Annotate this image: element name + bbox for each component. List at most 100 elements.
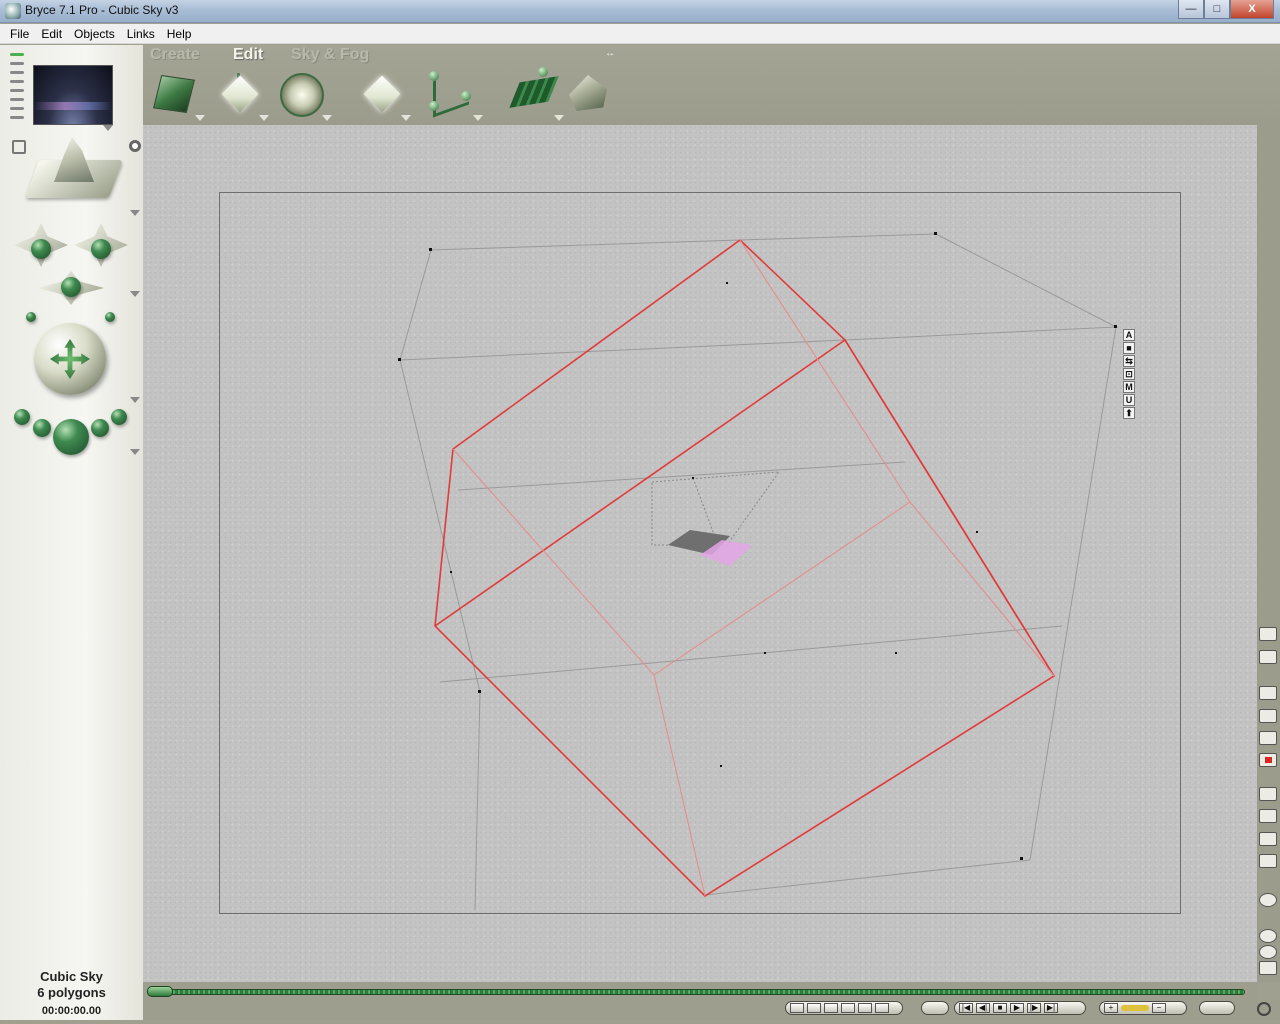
memory-dot-5[interactable] — [858, 1003, 872, 1013]
trackball-options-arrow[interactable] — [130, 397, 140, 403]
render-ball-2[interactable] — [33, 419, 51, 437]
menu-bar: File Edit Objects Links Help — [0, 24, 1280, 44]
preview-options-arrow[interactable] — [103, 125, 113, 131]
tab-create[interactable]: Create — [150, 46, 200, 64]
render-ball-1[interactable] — [14, 409, 30, 425]
view-mode-solid-button[interactable]: ■ — [1123, 342, 1135, 354]
reposition-tool[interactable] — [355, 71, 411, 121]
keyframe-group: + − — [1099, 1001, 1187, 1015]
list-4-icon[interactable] — [1259, 854, 1277, 868]
camera-xz-ball[interactable] — [31, 239, 51, 259]
menu-links[interactable]: Links — [121, 24, 161, 43]
step-forward-icon[interactable]: |▶ — [1027, 1003, 1041, 1013]
minimize-button[interactable]: — — [1178, 0, 1204, 19]
trackball-cross-icon — [50, 339, 90, 379]
timeline — [143, 982, 1257, 1000]
view-3-icon[interactable] — [1259, 731, 1277, 745]
camera-right-ball[interactable] — [105, 312, 115, 322]
menu-help[interactable]: Help — [161, 24, 198, 43]
render-area-frame — [219, 192, 1181, 914]
app-icon[interactable] — [5, 3, 21, 19]
view-mode-up-button[interactable]: ⬆ — [1123, 407, 1135, 419]
palette-menu-slider[interactable] — [10, 53, 24, 123]
stop-icon[interactable]: ■ — [993, 1003, 1007, 1013]
render-options-arrow[interactable] — [130, 449, 140, 455]
memory-dot-3[interactable] — [824, 1003, 838, 1013]
render-ball-3[interactable] — [91, 419, 109, 437]
step-back-icon[interactable]: ◀| — [976, 1003, 990, 1013]
view-2-icon[interactable] — [1259, 709, 1277, 723]
key-icon — [1121, 1005, 1149, 1011]
close-button[interactable]: X — [1230, 0, 1274, 19]
palette-resize-icon[interactable]: ↔ — [605, 48, 615, 59]
menu-file[interactable]: File — [4, 24, 35, 43]
memory-dot-6[interactable] — [875, 1003, 889, 1013]
window-title: Bryce 7.1 Pro - Cubic Sky v3 — [25, 3, 179, 17]
playback-group: |◀ ◀| ■ ▶ |▶ ▶| — [954, 1001, 1086, 1015]
list-1-icon[interactable] — [1259, 787, 1277, 801]
film-icon[interactable] — [921, 1001, 949, 1015]
view-mode-a-button[interactable]: A — [1123, 329, 1135, 341]
cube-view-icon[interactable] — [1259, 893, 1277, 907]
timeline-scrubber[interactable] — [147, 986, 173, 997]
menu-edit[interactable]: Edit — [35, 24, 68, 43]
reposition-tool-icon — [363, 75, 401, 113]
control-palette: Cubic Sky 6 polygons 00:00:00.00 — [0, 45, 143, 1020]
align-tool[interactable] — [427, 68, 483, 121]
tab-edit[interactable]: Edit — [233, 46, 263, 64]
rotate-tool-icon — [280, 73, 324, 117]
timeline-track[interactable] — [149, 989, 1245, 995]
pencil-icon[interactable] — [1259, 627, 1277, 641]
camera-yz-ball[interactable] — [61, 277, 81, 297]
view-mode-u-button[interactable]: U — [1123, 394, 1135, 406]
zoom-out-icon[interactable] — [1259, 945, 1277, 959]
render-ball-4[interactable] — [111, 409, 127, 425]
view-control-icon[interactable] — [129, 140, 141, 152]
zoom-in-icon[interactable] — [1259, 929, 1277, 943]
resize-tool[interactable] — [213, 71, 269, 121]
view-mode-m-button[interactable]: M — [1123, 381, 1135, 393]
terrain-editor-icon — [569, 75, 607, 111]
list-3-icon[interactable] — [1259, 832, 1277, 846]
memory-dot-4[interactable] — [841, 1003, 855, 1013]
randomize-tool-icon — [509, 76, 559, 108]
camera-left-ball[interactable] — [26, 312, 36, 322]
list-2-icon[interactable] — [1259, 809, 1277, 823]
camera-options-arrow[interactable] — [130, 291, 140, 297]
memory-dot-1[interactable] — [790, 1003, 804, 1013]
view-mode-swap-button[interactable]: ⇆ — [1123, 355, 1135, 367]
eraser-icon[interactable] — [1259, 650, 1277, 664]
crosshair-icon[interactable] — [1257, 1002, 1271, 1016]
animation-controls: |◀ ◀| ■ ▶ |▶ ▶| + − — [143, 1000, 1280, 1020]
go-to-end-icon[interactable]: ▶| — [1044, 1003, 1058, 1013]
render-main-ball[interactable] — [53, 419, 89, 455]
title-bar: Bryce 7.1 Pro - Cubic Sky v3 — □ X — [0, 0, 1280, 23]
view-options-arrow[interactable] — [130, 210, 140, 216]
selected-object-name: Cubic Sky — [40, 969, 103, 984]
trackball[interactable] — [34, 323, 106, 395]
display-palette — [1257, 125, 1280, 982]
record-icon[interactable] — [1259, 753, 1277, 767]
camera-xy-ball[interactable] — [91, 239, 111, 259]
play-icon[interactable]: ▶ — [1010, 1003, 1024, 1013]
edit-toolbar: Create Edit Sky & Fog ↔ — [143, 45, 1280, 125]
animation-options-button[interactable] — [1199, 1001, 1235, 1015]
hand-pan-icon[interactable] — [1259, 961, 1277, 975]
go-to-start-icon[interactable]: |◀ — [959, 1003, 973, 1013]
randomize-tool[interactable] — [508, 67, 564, 121]
material-cube-icon — [153, 75, 195, 113]
rotate-tool[interactable] — [276, 71, 332, 121]
view-1-icon[interactable] — [1259, 686, 1277, 700]
maximize-button[interactable]: □ — [1204, 0, 1230, 19]
material-editor-tool[interactable] — [149, 71, 205, 121]
remove-keyframe-button[interactable]: − — [1152, 1003, 1166, 1013]
menu-objects[interactable]: Objects — [68, 24, 121, 43]
time-display: 00:00:00.00 — [41, 1005, 102, 1017]
memory-dot-2[interactable] — [807, 1003, 821, 1013]
nano-preview-thumbnail[interactable] — [33, 65, 113, 125]
view-mode-box-button[interactable]: ⊡ — [1123, 368, 1135, 380]
tab-sky-fog[interactable]: Sky & Fog — [291, 46, 369, 64]
terrain-editor-tool[interactable] — [563, 71, 613, 119]
add-keyframe-button[interactable]: + — [1104, 1003, 1118, 1013]
camera-icon[interactable] — [12, 140, 26, 154]
